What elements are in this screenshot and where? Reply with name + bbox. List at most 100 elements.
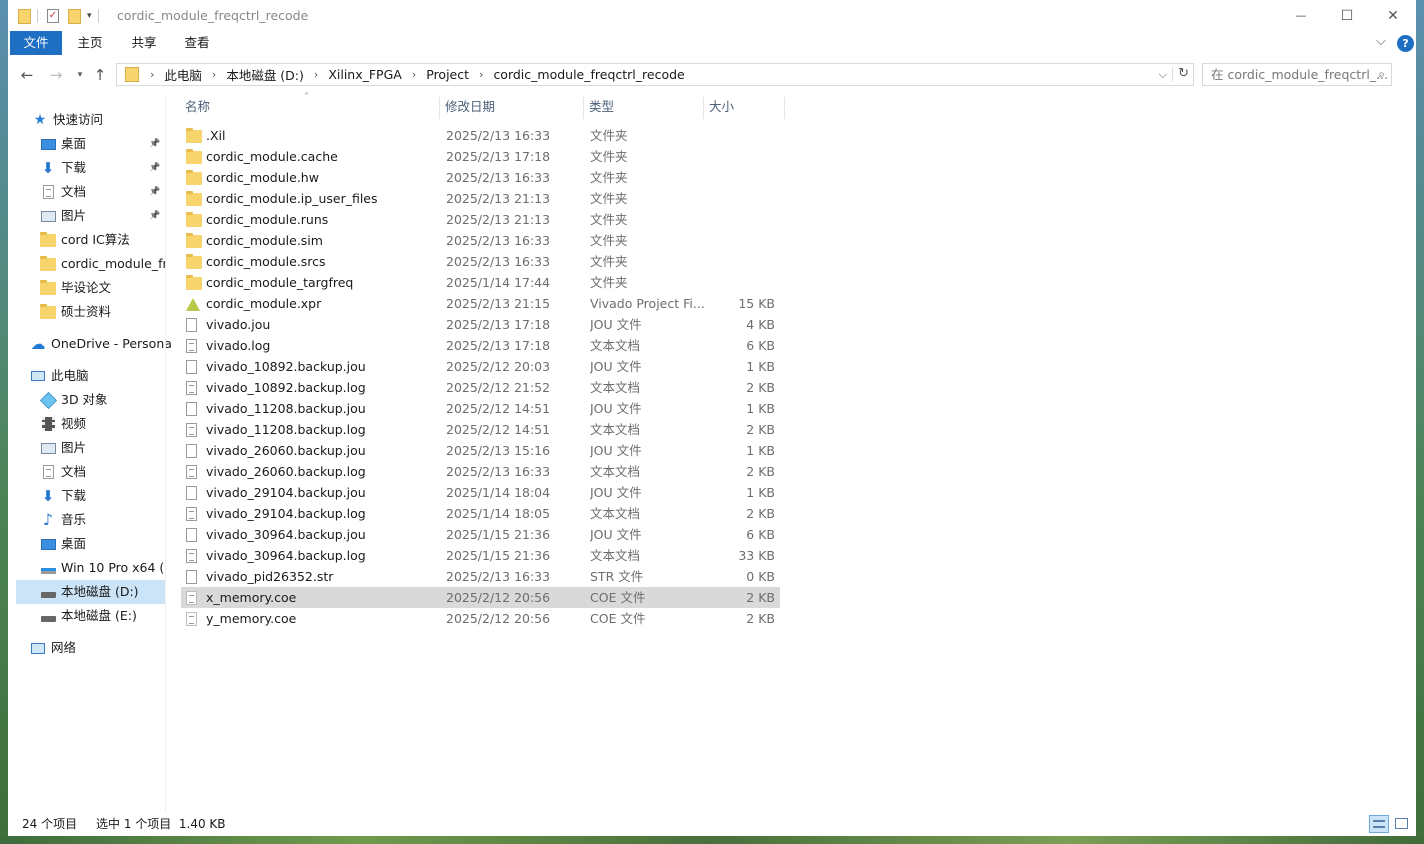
file-row[interactable]: cordic_module.srcs 2025/2/13 16:33 文件夹 [181, 251, 780, 272]
nav-pc-item[interactable]: Win 10 Pro x64 (C [40, 556, 165, 580]
customize-toolbar-icon[interactable]: ▾ [87, 11, 92, 21]
file-row[interactable]: x_memory.coe 2025/2/12 20:56 COE 文件 2 KB [181, 587, 780, 608]
nav-pc-item[interactable]: 视频 [40, 412, 165, 436]
nav-pc-item[interactable]: 本地磁盘 (D:) [16, 580, 165, 604]
file-row[interactable]: vivado_26060.backup.log 2025/2/13 16:33 文本… [181, 461, 780, 482]
download-icon: ⬇ [41, 159, 55, 177]
nav-pc-item[interactable]: 本地磁盘 (E:) [40, 604, 165, 628]
address-bar[interactable]: › 此电脑 › 本地磁盘 (D:) › Xilinx_FPGA › Projec… [116, 63, 1194, 86]
breadcrumb-separator-icon[interactable]: › [150, 68, 154, 81]
breadcrumb-project[interactable]: Project [426, 67, 469, 82]
file-row[interactable]: vivado_29104.backup.log 2025/1/14 18:05 文本… [181, 503, 780, 524]
file-name: cordic_module_targfreq [206, 275, 354, 290]
up-button[interactable]: ↑ [90, 65, 110, 85]
file-row[interactable]: vivado.jou 2025/2/13 17:18 JOU 文件 4 KB [181, 314, 780, 335]
column-header-size[interactable]: 大小 [705, 97, 785, 119]
file-row[interactable]: cordic_module.ip_user_files 2025/2/13 21:… [181, 188, 780, 209]
desktop-icon [40, 136, 56, 152]
file-row[interactable]: vivado_10892.backup.log 2025/2/12 21:52 文本… [181, 377, 780, 398]
nav-quick-item[interactable]: cord IC算法 [40, 228, 165, 252]
large-icons-view-button[interactable] [1392, 815, 1412, 833]
column-header-name[interactable]: 名称 ˄ [181, 92, 440, 119]
nav-pc-item[interactable]: 文档 [40, 460, 165, 484]
file-row[interactable]: .Xil 2025/2/13 16:33 文件夹 [181, 125, 780, 146]
nav-quick-item[interactable]: ⬇ 下载 [40, 156, 165, 180]
folder-icon [18, 8, 31, 24]
nav-pc-item[interactable]: ⬇ 下载 [40, 484, 165, 508]
back-button[interactable]: ← [17, 65, 37, 85]
column-header-date[interactable]: 修改日期 [441, 97, 584, 119]
nav-quick-item[interactable]: cordic_module_fre [40, 252, 165, 276]
nav-quick-item[interactable]: 图片 [40, 204, 165, 228]
breadcrumb-separator-icon[interactable]: › [212, 68, 216, 81]
nav-onedrive[interactable]: ☁ OneDrive - Persona [30, 332, 172, 356]
nav-quick-item[interactable]: 文档 [40, 180, 165, 204]
nav-quick-item[interactable]: 桌面 [40, 132, 165, 156]
nav-quick-item[interactable]: 毕设论文 [40, 276, 165, 300]
refresh-icon[interactable]: ↻ [1178, 66, 1189, 81]
new-folder-icon[interactable] [68, 8, 81, 24]
details-view-button[interactable] [1369, 815, 1389, 833]
file-row[interactable]: vivado_26060.backup.jou 2025/2/13 15:16 JO… [181, 440, 780, 461]
address-history-chevron-icon[interactable]: ⌵ [1159, 68, 1167, 82]
pin-icon[interactable]: 📌 [149, 204, 160, 228]
breadcrumb-separator-icon[interactable]: › [479, 68, 483, 81]
breadcrumb-xilinx-fpga[interactable]: Xilinx_FPGA [328, 67, 402, 82]
expand-ribbon-icon[interactable]: ⌵ [1376, 34, 1386, 49]
forward-button[interactable]: → [46, 65, 66, 85]
tab-view[interactable]: 查看 [171, 31, 223, 55]
pin-icon[interactable]: 📌 [149, 156, 160, 180]
file-row[interactable]: vivado_10892.backup.jou 2025/2/12 20:03 JO… [181, 356, 780, 377]
column-header-type[interactable]: 类型 [585, 97, 704, 119]
coe-file-icon [186, 590, 202, 606]
file-size: 0 KB [746, 569, 775, 584]
pane-divider[interactable] [165, 97, 166, 812]
file-row[interactable]: cordic_module_targfreq 2025/1/14 17:44 文件夹 [181, 272, 780, 293]
tab-share[interactable]: 共享 [118, 31, 170, 55]
breadcrumb-separator-icon[interactable]: › [412, 68, 416, 81]
recent-locations-button[interactable]: ▾ [70, 65, 90, 85]
search-input[interactable]: 在 cordic_module_freqctrl_... ⌕ [1202, 63, 1392, 86]
file-row[interactable]: vivado_11208.backup.jou 2025/2/12 14:51 JO… [181, 398, 780, 419]
breadcrumb-this-pc[interactable]: 此电脑 [164, 65, 202, 84]
nav-quick-item[interactable]: 硕士资料 [40, 300, 165, 324]
nav-network[interactable]: 网络 [30, 636, 76, 660]
file-row[interactable]: cordic_module.hw 2025/2/13 16:33 文件夹 [181, 167, 780, 188]
nav-quick-access[interactable]: ★ 快速访问 [32, 108, 103, 132]
file-row[interactable]: y_memory.coe 2025/2/12 20:56 COE 文件 2 KB [181, 608, 780, 629]
pin-icon[interactable]: 📌 [149, 132, 160, 156]
nav-this-pc[interactable]: 此电脑 [30, 364, 89, 388]
minimize-button[interactable]: — [1278, 0, 1324, 31]
download-icon: ⬇ [41, 487, 55, 505]
file-row[interactable]: cordic_module.sim 2025/2/13 16:33 文件夹 [181, 230, 780, 251]
file-row[interactable]: vivado_pid26352.str 2025/2/13 16:33 STR 文件… [181, 566, 780, 587]
pin-icon[interactable]: 📌 [149, 180, 160, 204]
tab-file[interactable]: 文件 [10, 31, 62, 55]
file-row[interactable]: vivado.log 2025/2/13 17:18 文本文档 6 KB [181, 335, 780, 356]
file-row[interactable]: cordic_module.runs 2025/2/13 21:13 文件夹 [181, 209, 780, 230]
maximize-button[interactable]: ☐ [1324, 0, 1370, 31]
properties-icon[interactable]: ✓ [47, 9, 59, 23]
breadcrumb-separator-icon[interactable]: › [314, 68, 318, 81]
file-row[interactable]: vivado_11208.backup.log 2025/2/12 14:51 文本… [181, 419, 780, 440]
file-row[interactable]: vivado_30964.backup.jou 2025/1/15 21:36 JO… [181, 524, 780, 545]
breadcrumb-drive-d[interactable]: 本地磁盘 (D:) [226, 65, 304, 84]
nav-pc-item[interactable]: 3D 对象 [40, 388, 165, 412]
tab-home[interactable]: 主页 [64, 31, 116, 55]
folder-icon [186, 191, 202, 207]
file-row[interactable]: cordic_module.xpr 2025/2/13 21:15 Vivado P… [181, 293, 780, 314]
file-size: 2 KB [746, 590, 775, 605]
close-button[interactable]: ✕ [1370, 0, 1416, 31]
file-row[interactable]: cordic_module.cache 2025/2/13 17:18 文件夹 [181, 146, 780, 167]
close-icon: ✕ [1387, 7, 1399, 24]
help-icon[interactable]: ? [1397, 35, 1414, 52]
file-row[interactable]: vivado_30964.backup.log 2025/1/15 21:36 文本… [181, 545, 780, 566]
nav-pc-item[interactable]: 图片 [40, 436, 165, 460]
file-row[interactable]: vivado_29104.backup.jou 2025/1/14 18:04 JO… [181, 482, 780, 503]
file-type: COE 文件 [590, 590, 646, 605]
nav-pc-item[interactable]: 桌面 [40, 532, 165, 556]
nav-pc-item[interactable]: ♪ 音乐 [40, 508, 165, 532]
breadcrumb-current-folder[interactable]: cordic_module_freqctrl_recode [493, 67, 684, 82]
file-type: 文本文档 [590, 338, 641, 353]
coe-file-icon [186, 611, 202, 627]
